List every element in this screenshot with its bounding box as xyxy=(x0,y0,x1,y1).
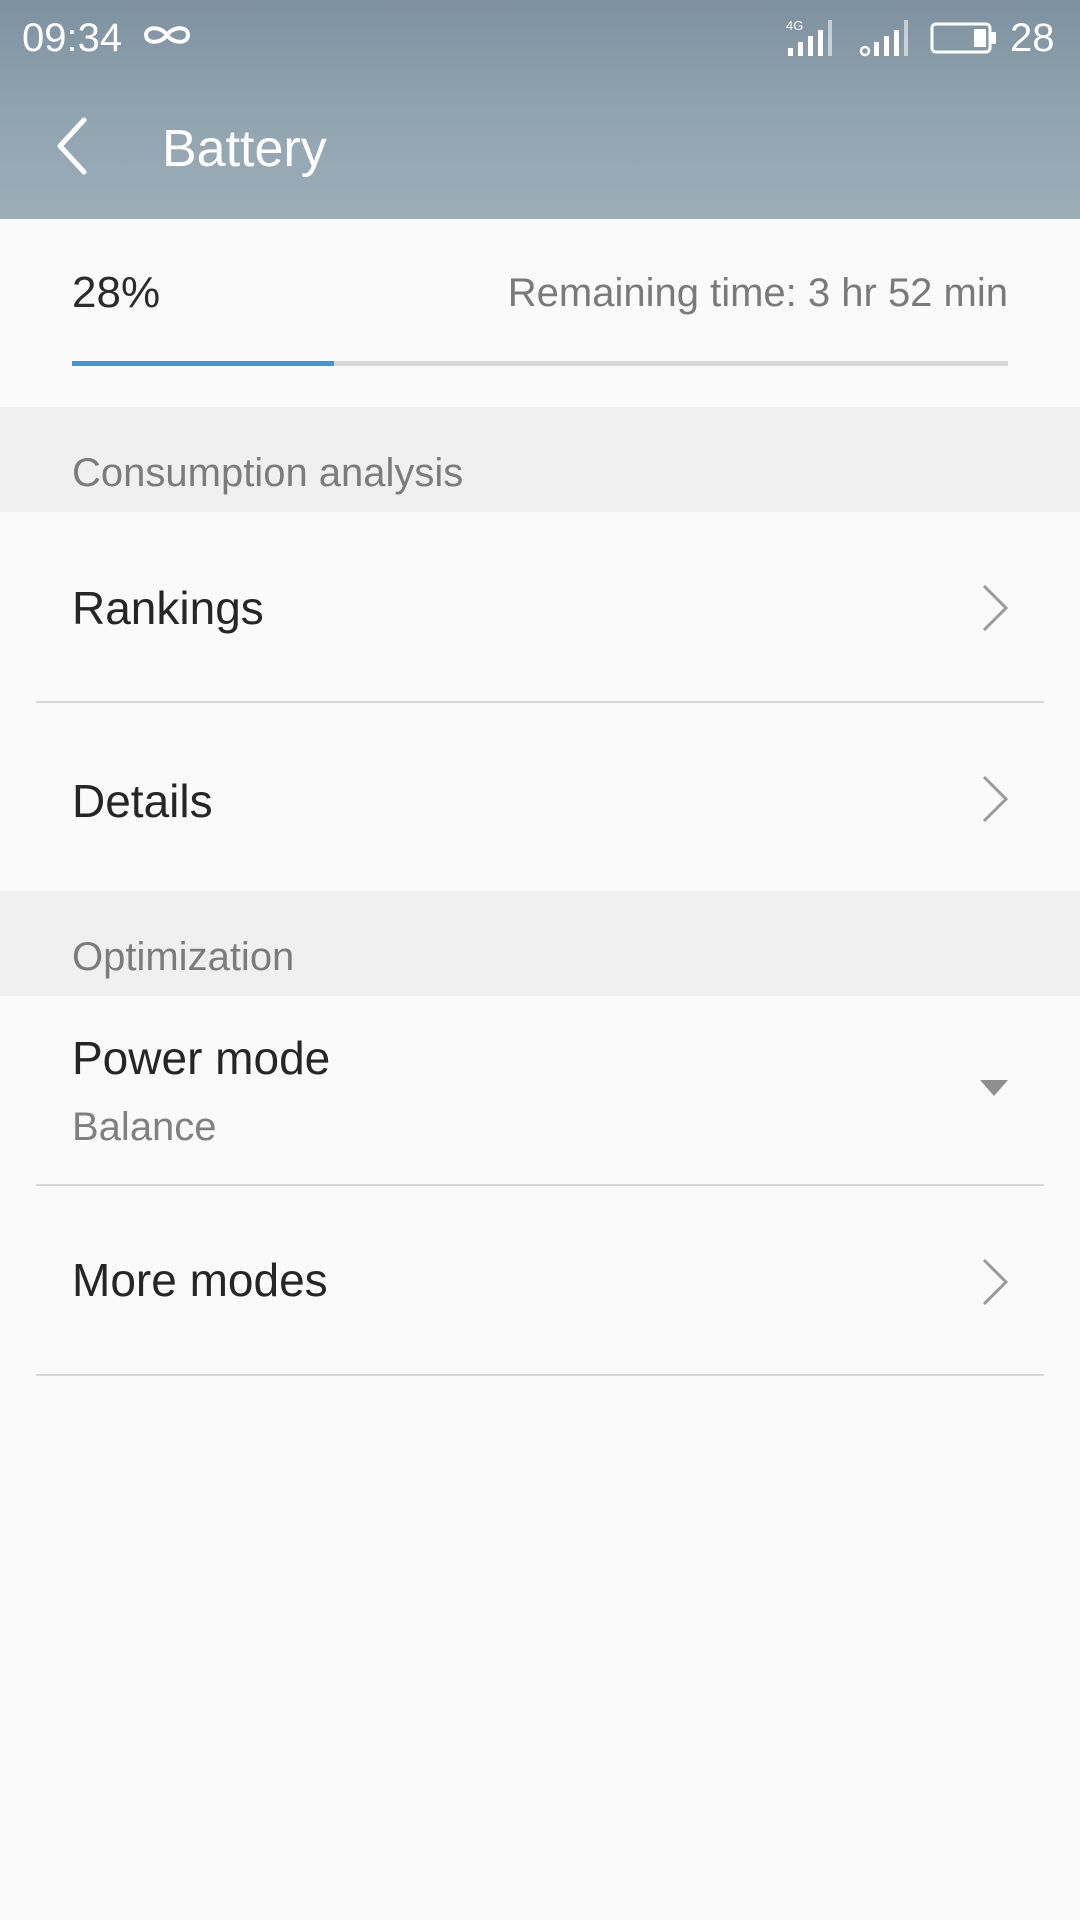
network-type-label: 4G xyxy=(786,18,803,33)
chevron-right-icon xyxy=(982,775,1009,823)
status-time: 09:34 xyxy=(22,16,123,60)
chevron-right-icon xyxy=(982,584,1009,632)
app-header: 09:34 4G 28 Battery xyxy=(0,0,1080,219)
dropdown-arrow-icon[interactable] xyxy=(980,1080,1008,1098)
power-mode-row[interactable]: Power mode Balance xyxy=(0,996,1080,1186)
signal-4g-icon: 4G xyxy=(786,18,832,56)
section-header-optimization: Optimization xyxy=(0,891,1080,996)
infinity-icon xyxy=(143,26,191,44)
remaining-time: Remaining time: 3 hr 52 min xyxy=(507,271,1008,315)
more-modes-label: More modes xyxy=(72,1254,328,1306)
battery-percentage: 28% xyxy=(72,268,161,317)
status-bar: 09:34 4G 28 xyxy=(0,0,1080,76)
back-icon[interactable] xyxy=(52,116,92,176)
power-mode-value: Balance xyxy=(72,1105,217,1149)
section-title-optimization: Optimization xyxy=(72,935,295,979)
chevron-right-icon xyxy=(982,1258,1009,1306)
section-header-consumption: Consumption analysis xyxy=(0,407,1080,512)
rankings-label: Rankings xyxy=(72,582,264,634)
page-title: Battery xyxy=(162,120,327,178)
battery-level-fill xyxy=(72,361,335,366)
details-row[interactable]: Details xyxy=(0,703,1080,891)
divider xyxy=(36,1374,1044,1376)
battery-summary: 28% Remaining time: 3 hr 52 min xyxy=(0,219,1080,407)
status-battery-level: 28 xyxy=(1010,16,1055,60)
battery-icon xyxy=(930,22,996,54)
battery-level-bar xyxy=(72,361,1008,366)
signal-icon xyxy=(859,20,908,57)
power-mode-label: Power mode xyxy=(72,1032,331,1084)
details-label: Details xyxy=(72,775,213,827)
rankings-row[interactable]: Rankings xyxy=(0,512,1080,703)
more-modes-row[interactable]: More modes xyxy=(0,1186,1080,1376)
section-title-consumption: Consumption analysis xyxy=(72,451,464,495)
